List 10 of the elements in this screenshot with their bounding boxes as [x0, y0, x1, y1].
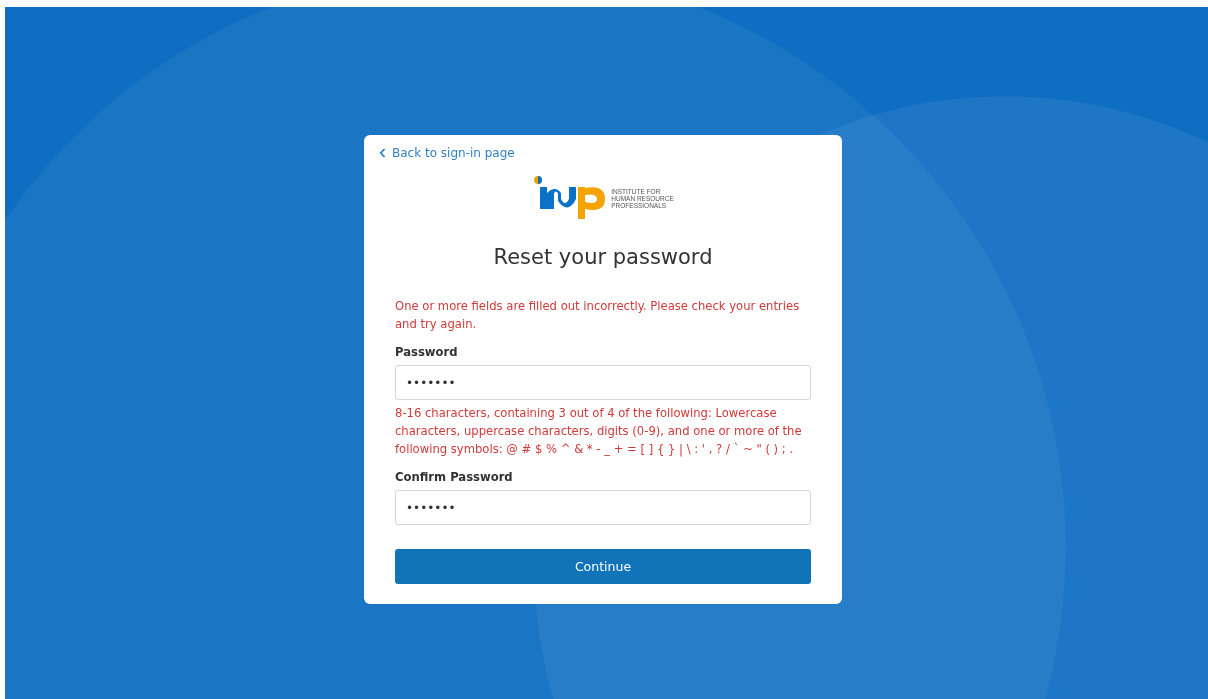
continue-button[interactable]: Continue [395, 549, 811, 584]
page-title: Reset your password [492, 245, 714, 269]
form-error-message: One or more fields are filled out incorrectly. Please check your entries and try again. [395, 298, 801, 333]
back-link[interactable]: Back to sign-in page [379, 143, 515, 163]
password-field[interactable]: ••••••• [395, 490, 811, 525]
field-label: Confirm Password [395, 470, 514, 484]
field-label: Password [395, 345, 459, 359]
chevron-left-icon [379, 148, 386, 158]
field-error-message: 8-16 characters, containing 3 out of 4 of the following: Lowercase characters, uppercase characters, digits (0-9), and one or more of the following symbols: @ # $ % ^ & * - _ + = [ ] { } | \ : ' , ? / ` ~ " ( ) ; . [395, 405, 803, 458]
password-field[interactable]: ••••••• [395, 365, 811, 400]
